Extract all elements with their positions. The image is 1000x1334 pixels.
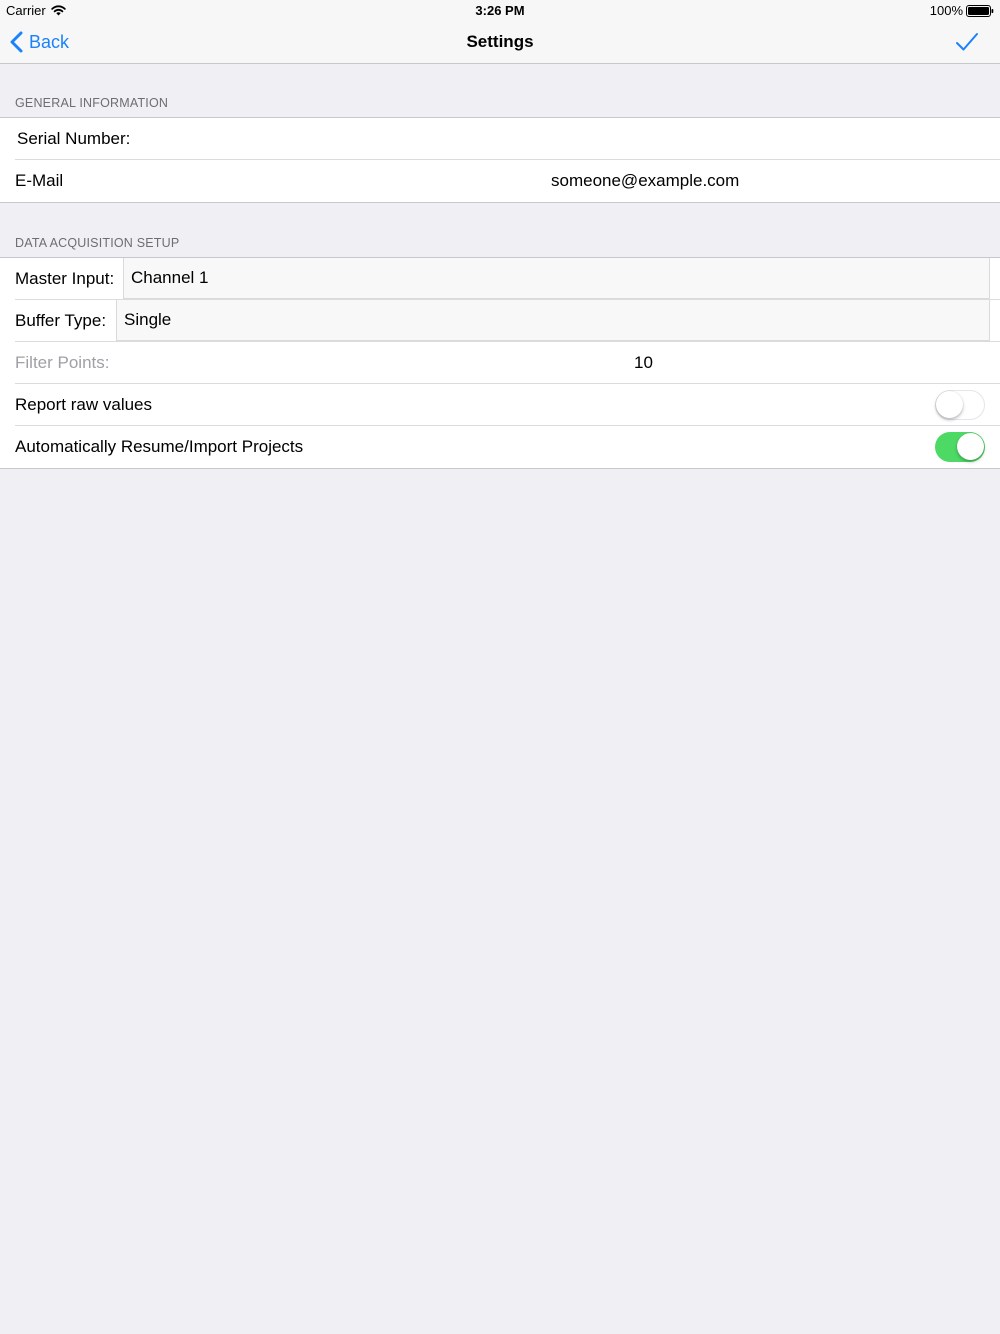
email-row[interactable]: E-Mail someone@example.com [0,159,1000,202]
page-title: Settings [466,32,534,51]
battery-percent: 100% [929,3,963,18]
battery-status: 100% [930,3,994,18]
battery-icon [966,4,994,17]
email-field[interactable]: someone@example.com [551,171,739,191]
section-header-data-acquisition: DATA ACQUISITION SETUP [15,236,180,250]
master-input-row: Master Input: Channel 1 [0,258,1000,300]
data-acquisition-group: Master Input: Channel 1 Buffer Type: Sin… [0,257,1000,469]
toggle-knob [957,433,984,460]
master-input-label: Master Input: [15,269,115,288]
buffer-type-row: Buffer Type: Single [0,299,1000,342]
toggle-knob [936,391,963,418]
report-raw-values-label: Report raw values [15,395,153,414]
report-raw-values-row: Report raw values [0,383,1000,426]
serial-number-label: Serial Number: [17,129,131,148]
report-raw-values-toggle[interactable] [935,390,985,420]
filter-points-row: Filter Points: 10 [0,341,1000,384]
general-information-group: Serial Number: E-Mail someone@example.co… [0,117,1000,203]
serial-number-row: Serial Number: [0,118,1000,160]
buffer-type-value: Single [124,310,172,329]
done-button[interactable] [954,29,980,55]
filter-points-label: Filter Points: [15,353,110,372]
status-bar: Carrier 3:26 PM 100% [0,0,1000,22]
section-header-general: GENERAL INFORMATION [15,96,169,110]
filter-points-value: 10 [634,353,653,372]
status-time: 3:26 PM [475,3,525,18]
buffer-type-field[interactable]: Single [116,300,990,341]
master-input-field[interactable]: Channel 1 [123,258,990,299]
master-input-value: Channel 1 [131,268,209,287]
checkmark-icon [956,33,978,51]
buffer-type-label: Buffer Type: [15,311,107,330]
navigation-bar: Back Settings [0,22,1000,64]
auto-resume-toggle[interactable] [935,432,985,462]
auto-resume-label: Automatically Resume/Import Projects [15,437,304,456]
auto-resume-row: Automatically Resume/Import Projects [0,425,1000,468]
email-label: E-Mail [15,171,64,190]
